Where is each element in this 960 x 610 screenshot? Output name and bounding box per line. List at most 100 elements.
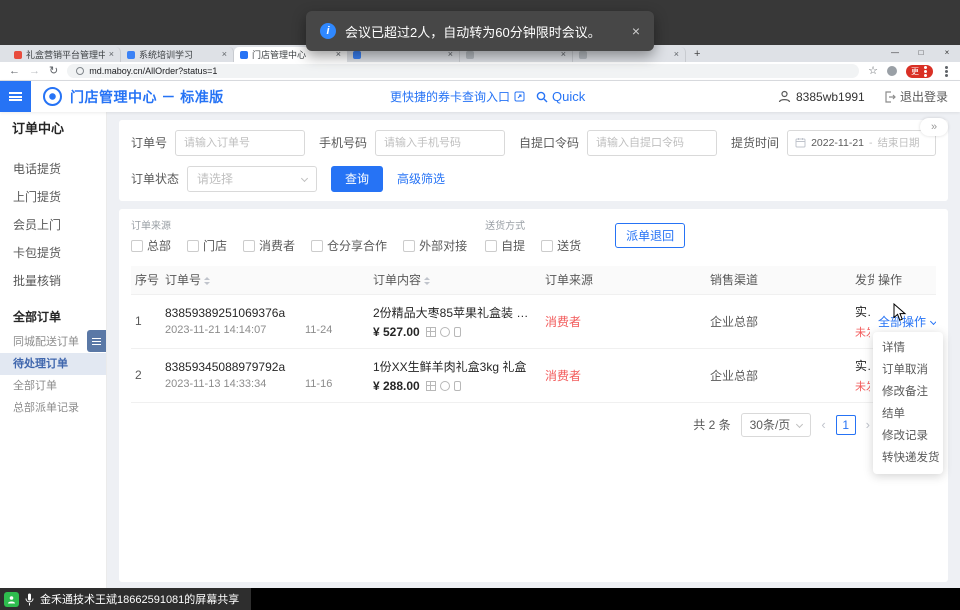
- tab-close-icon[interactable]: ×: [561, 50, 566, 59]
- menu-item-close-order[interactable]: 结单: [873, 403, 943, 425]
- logout-label: 退出登录: [900, 88, 948, 105]
- sort-icon[interactable]: [424, 274, 430, 288]
- toolbar-actions: ☆ 更: [868, 65, 951, 78]
- sidebar-item-phone-pickup[interactable]: 电话提货: [0, 155, 106, 183]
- maximize-icon[interactable]: □: [908, 45, 934, 60]
- sidebar-item-member-visit[interactable]: 会员上门: [0, 211, 106, 239]
- tab-close-icon[interactable]: ×: [336, 50, 341, 59]
- sidebar-item-hq-dispatch-records[interactable]: 总部派单记录: [0, 397, 106, 419]
- panel-collapse-button[interactable]: »: [920, 118, 948, 136]
- chevron-down-icon: [301, 175, 308, 182]
- screen-share-bar: 金禾通技术王斌18662591081的屏幕共享: [0, 588, 960, 610]
- cell-ship-status: 实物 未发货: [851, 348, 874, 402]
- coupon-query-link[interactable]: 更快捷的券卡查询入口: [390, 88, 525, 105]
- browser-tab-2[interactable]: 系统培训学习 ×: [121, 47, 234, 62]
- address-bar[interactable]: md.maboy.cn/AllOrder?status=1: [67, 64, 859, 78]
- pagination: 共 2 条 30条/页 ‹ 1 ›: [131, 413, 936, 437]
- col-ship-status: 发货状态: [851, 266, 874, 294]
- date-end-placeholder: 结束日期: [878, 135, 920, 150]
- checkbox-icon: [485, 240, 497, 252]
- user-account[interactable]: 8385wb1991: [778, 90, 865, 104]
- order-source-label: 订单来源: [131, 217, 483, 232]
- order-content-text: 1份XX生鲜羊肉礼盒3kg 礼盒: [373, 358, 537, 375]
- menu-item-cancel-order[interactable]: 订单取消: [873, 359, 943, 381]
- wechat-icon: [440, 327, 450, 337]
- screen-share-indicator: 金禾通技术王斌18662591081的屏幕共享: [0, 588, 251, 610]
- advanced-filter-link[interactable]: 高级筛选: [397, 170, 445, 187]
- quick-search-link[interactable]: Quick: [536, 89, 585, 104]
- sidebar-item-batch-verify[interactable]: 批量核销: [0, 267, 106, 295]
- browser-update-button[interactable]: 更: [906, 65, 933, 78]
- cell-ship-status: 实物 未发货: [851, 294, 874, 348]
- bookmark-star-icon[interactable]: ☆: [868, 66, 878, 77]
- new-tab-icon[interactable]: +: [694, 48, 700, 60]
- browser-menu-icon[interactable]: [945, 70, 948, 73]
- calendar-icon: [795, 137, 806, 148]
- page-button-1[interactable]: 1: [836, 415, 856, 435]
- prev-page-icon[interactable]: ‹: [821, 417, 825, 432]
- cell-pickup-time: 11-16: [301, 348, 369, 402]
- toast-message: 会议已超过2人，自动转为60分钟限时会议。: [345, 22, 601, 41]
- toast-close-icon[interactable]: ×: [632, 23, 640, 39]
- order-no-input[interactable]: [175, 130, 305, 156]
- pickup-date-range[interactable]: 2022-11-21 - 结束日期: [787, 130, 936, 156]
- next-page-icon[interactable]: ›: [866, 417, 870, 432]
- reload-icon[interactable]: ↻: [49, 66, 58, 77]
- checkbox-source-store[interactable]: 门店: [187, 237, 227, 254]
- menu-item-edit-remark[interactable]: 修改备注: [873, 381, 943, 403]
- order-row-2[interactable]: 2 83859345088979792a 2023-11-13 14:33:34…: [131, 348, 936, 402]
- order-time: 2023-11-21 14:14:07: [165, 324, 297, 336]
- tab-close-icon[interactable]: ×: [222, 50, 227, 59]
- back-icon[interactable]: ←: [9, 66, 20, 77]
- checkbox-self-pickup[interactable]: 自提: [485, 237, 525, 254]
- cell-order-no: 83859389251069376a 2023-11-21 14:14:07: [161, 294, 301, 348]
- all-actions-dropdown[interactable]: 全部操作: [878, 313, 936, 330]
- favicon: [353, 51, 361, 59]
- page-size-select[interactable]: 30条/页: [741, 413, 812, 437]
- checkbox-icon: [541, 240, 553, 252]
- order-row-1[interactable]: 1 83859389251069376a 2023-11-21 14:14:07…: [131, 294, 936, 348]
- checkbox-delivery[interactable]: 送货: [541, 237, 581, 254]
- menu-item-modify-records[interactable]: 修改记录: [873, 425, 943, 447]
- sidebar-toggle-button[interactable]: [0, 81, 31, 112]
- mouse-cursor: [893, 303, 907, 322]
- sort-icon[interactable]: [204, 274, 210, 288]
- order-status-select[interactable]: 请选择: [187, 166, 317, 192]
- checkbox-source-warehouse-share[interactable]: 仓分享合作: [311, 237, 387, 254]
- sidebar-item-all-orders[interactable]: 全部订单: [0, 375, 106, 397]
- sidebar-item-door-pickup[interactable]: 上门提货: [0, 183, 106, 211]
- checkbox-source-hq[interactable]: 总部: [131, 237, 171, 254]
- order-number: 83859389251069376a: [165, 306, 297, 320]
- order-content-text: 2份精品大枣85苹果礼盒装 陕西...: [373, 304, 537, 321]
- sidebar-collapse-handle[interactable]: [87, 330, 106, 352]
- minimize-icon[interactable]: —: [882, 45, 908, 60]
- order-no-label: 订单号: [131, 134, 167, 151]
- dispatch-return-button[interactable]: 派单退回: [615, 223, 685, 248]
- sidebar-section-order-center[interactable]: 订单中心: [0, 112, 106, 145]
- profile-icon[interactable]: [887, 66, 897, 76]
- page-title: 门店管理中心 － 标准版: [70, 87, 224, 107]
- window-close-icon[interactable]: ×: [934, 45, 960, 60]
- logout-button[interactable]: 退出登录: [884, 88, 948, 105]
- tab-close-icon[interactable]: ×: [109, 50, 114, 59]
- tab-close-icon[interactable]: ×: [674, 50, 679, 59]
- update-label: 更: [911, 66, 919, 77]
- coupon-query-label: 更快捷的券卡查询入口: [390, 88, 510, 105]
- sidebar-item-cardpack-pickup[interactable]: 卡包提货: [0, 239, 106, 267]
- sidebar-item-pending-orders[interactable]: 待处理订单: [0, 353, 106, 375]
- checkbox-source-consumer[interactable]: 消费者: [243, 237, 295, 254]
- order-number: 83859345088979792a: [165, 360, 297, 374]
- menu-item-express-ship[interactable]: 转快递发货: [873, 447, 943, 469]
- menu-item-details[interactable]: 详情: [873, 337, 943, 359]
- browser-tab-1[interactable]: 礼盒营销平台管理中心 ×: [8, 47, 121, 62]
- checkbox-source-external[interactable]: 外部对接: [403, 237, 467, 254]
- cell-order-content: 2份精品大枣85苹果礼盒装 陕西... ¥ 527.00: [369, 294, 541, 348]
- tab-close-icon[interactable]: ×: [448, 50, 453, 59]
- window-controls: — □ ×: [882, 45, 960, 60]
- sidebar-group-all-orders[interactable]: 全部订单: [0, 303, 106, 331]
- forward-icon[interactable]: →: [29, 66, 40, 77]
- pickup-code-input[interactable]: [587, 130, 717, 156]
- phone-input[interactable]: [375, 130, 505, 156]
- external-link-icon: [514, 91, 525, 102]
- search-button[interactable]: 查询: [331, 166, 383, 192]
